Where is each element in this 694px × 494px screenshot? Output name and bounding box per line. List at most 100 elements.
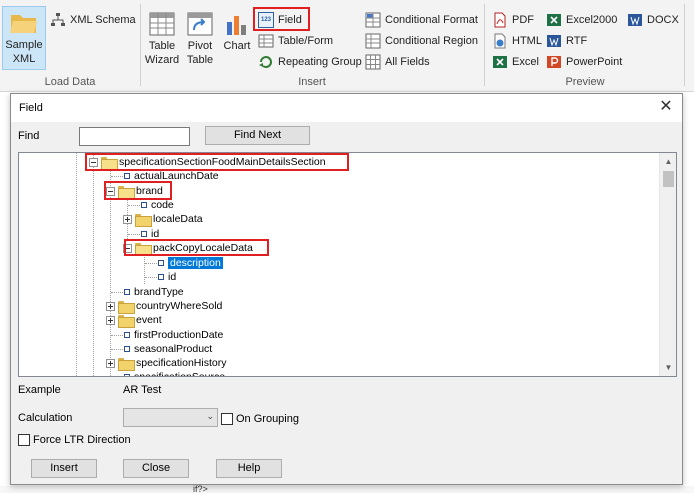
html-button[interactable]: HTML bbox=[492, 32, 542, 50]
insert-button[interactable]: Insert bbox=[31, 459, 97, 478]
excel-label: Excel bbox=[512, 56, 539, 68]
calculation-label: Calculation bbox=[18, 412, 73, 424]
tree-node[interactable]: description bbox=[157, 256, 223, 270]
collapse-toggle-icon[interactable] bbox=[123, 243, 132, 253]
calculation-select[interactable]: ⌄ bbox=[123, 408, 218, 427]
expand-toggle-icon[interactable] bbox=[106, 301, 115, 311]
tree-guide bbox=[111, 176, 123, 177]
force-ltr-label: Force LTR Direction bbox=[33, 434, 131, 446]
force-ltr-checkbox[interactable] bbox=[18, 434, 30, 446]
folder-open-icon bbox=[101, 156, 118, 170]
tree-node[interactable]: brand bbox=[106, 184, 163, 199]
field-leaf-icon bbox=[124, 289, 130, 295]
field-leaf-icon bbox=[124, 346, 130, 352]
pdf-icon bbox=[494, 12, 506, 28]
repeating-group-button[interactable]: Repeating Group bbox=[258, 53, 362, 71]
all-fields-button[interactable]: All Fields bbox=[365, 53, 430, 71]
ribbon-separator bbox=[484, 4, 485, 86]
excel2000-button[interactable]: Excel2000 bbox=[546, 11, 617, 29]
pivot-table-button[interactable]: Pivot Table bbox=[183, 12, 217, 67]
table-wizard-button[interactable]: Table Wizard bbox=[144, 12, 180, 67]
tree-node[interactable]: event bbox=[106, 313, 162, 328]
find-input[interactable] bbox=[79, 127, 190, 146]
sample-xml-button[interactable]: Sample XML bbox=[2, 6, 46, 70]
tree-node[interactable]: localeData bbox=[123, 212, 203, 227]
excel2000-icon bbox=[547, 14, 561, 26]
powerpoint-label: PowerPoint bbox=[566, 56, 623, 68]
pivot-table-label: Pivot Table bbox=[186, 40, 214, 66]
folder-open-icon bbox=[118, 185, 135, 199]
tree-guide bbox=[111, 292, 123, 293]
excel-icon bbox=[493, 56, 507, 68]
example-value: AR Test bbox=[123, 384, 162, 396]
ribbon-separator bbox=[684, 4, 685, 86]
excel-button[interactable]: Excel bbox=[492, 53, 539, 71]
folder-icon bbox=[118, 300, 135, 314]
find-next-button[interactable]: Find Next bbox=[205, 126, 310, 145]
tree-node[interactable]: specificationSource bbox=[123, 370, 225, 376]
tree-node[interactable]: brandType bbox=[123, 285, 184, 299]
conditional-region-button[interactable]: Conditional Region bbox=[365, 32, 478, 50]
expand-toggle-icon[interactable] bbox=[123, 214, 132, 224]
chart-button[interactable]: Chart bbox=[221, 12, 253, 53]
tree-guide bbox=[111, 349, 123, 350]
xml-schema-button[interactable]: XML Schema bbox=[50, 11, 136, 29]
tree-node[interactable]: packCopyLocaleData bbox=[123, 241, 253, 256]
field-leaf-icon bbox=[158, 274, 164, 280]
tree-guide bbox=[144, 254, 145, 284]
rtf-button[interactable]: RTF bbox=[546, 32, 587, 50]
collapse-toggle-icon[interactable] bbox=[106, 186, 115, 196]
tree-node[interactable]: firstProductionDate bbox=[123, 328, 223, 342]
field-tree[interactable]: specificationSectionFoodMainDetailsSecti… bbox=[18, 152, 677, 377]
tree-node[interactable]: countryWhereSold bbox=[106, 299, 222, 314]
excel2000-label: Excel2000 bbox=[566, 14, 618, 26]
scroll-down-icon[interactable]: ▼ bbox=[660, 359, 676, 376]
insert-group-label: Insert bbox=[298, 76, 326, 88]
expand-toggle-icon[interactable] bbox=[106, 358, 115, 368]
tree-node-label: localeData bbox=[153, 213, 203, 225]
table-wizard-label: Table Wizard bbox=[144, 40, 180, 66]
conditional-format-button[interactable]: Conditional Format bbox=[365, 11, 478, 29]
tree-node-label: code bbox=[151, 199, 174, 211]
collapse-toggle-icon[interactable] bbox=[89, 157, 98, 167]
field-leaf-icon bbox=[124, 374, 130, 376]
tree-node[interactable]: id bbox=[157, 270, 176, 284]
field-button[interactable]: 123 Field bbox=[258, 11, 302, 29]
chart-label: Chart bbox=[223, 40, 251, 52]
tree-node-label: id bbox=[151, 228, 160, 240]
tree-node[interactable]: id bbox=[140, 227, 159, 241]
tree-guide bbox=[128, 205, 140, 206]
tree-node[interactable]: specificationHistory bbox=[106, 356, 226, 371]
tree-node[interactable]: seasonalProduct bbox=[123, 342, 212, 356]
docx-button[interactable]: DOCX bbox=[627, 11, 679, 29]
tree-guide bbox=[76, 153, 77, 376]
field-leaf-icon bbox=[124, 173, 130, 179]
pdf-button[interactable]: PDF bbox=[492, 11, 534, 29]
scroll-thumb[interactable] bbox=[663, 171, 674, 187]
table-form-button[interactable]: Table/Form bbox=[258, 32, 333, 50]
scroll-up-icon[interactable]: ▲ bbox=[660, 153, 676, 170]
tree-guide bbox=[111, 335, 123, 336]
tree-node-label: id bbox=[168, 271, 177, 283]
ribbon: Sample XML XML Schema Load Data Table Wi… bbox=[0, 0, 694, 92]
tree-node[interactable]: code bbox=[140, 198, 174, 212]
close-icon[interactable]: ✕ bbox=[656, 97, 676, 117]
all-fields-icon bbox=[365, 54, 381, 70]
field-dialog: Field ✕ Find Find Next specificationSect… bbox=[10, 93, 683, 485]
on-grouping-checkbox[interactable] bbox=[221, 413, 233, 425]
powerpoint-button[interactable]: PowerPoint bbox=[546, 53, 622, 71]
help-button[interactable]: Help bbox=[216, 459, 282, 478]
tree-scrollbar[interactable]: ▲ ▼ bbox=[659, 153, 676, 376]
folder-icon bbox=[118, 357, 135, 371]
tree-node-label: brandType bbox=[134, 286, 184, 298]
html-label: HTML bbox=[512, 35, 542, 47]
sample-xml-label: Sample XML bbox=[5, 39, 43, 65]
tree-node-label: event bbox=[136, 314, 162, 326]
expand-toggle-icon[interactable] bbox=[106, 315, 115, 325]
table-form-label: Table/Form bbox=[278, 35, 334, 47]
tree-guide bbox=[145, 263, 157, 264]
close-button[interactable]: Close bbox=[123, 459, 189, 478]
tree-node[interactable]: actualLaunchDate bbox=[123, 169, 219, 183]
folder-open-icon bbox=[135, 242, 152, 256]
tree-node[interactable]: specificationSectionFoodMainDetailsSecti… bbox=[89, 155, 326, 170]
